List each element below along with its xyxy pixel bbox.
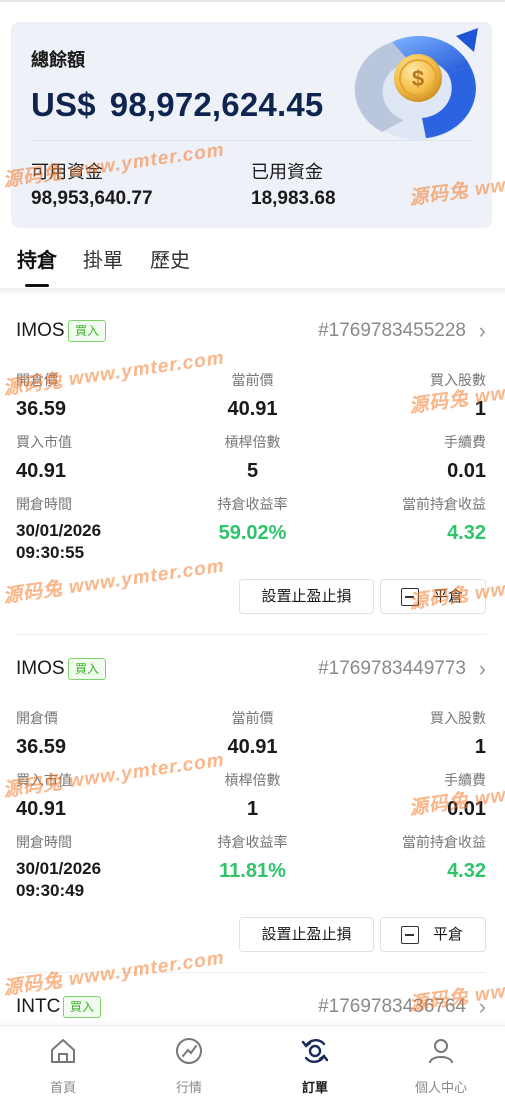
shares: 買入股數 1 [430,370,486,421]
total-balance-amount: US$ 98,972,624.45 [31,86,323,124]
leverage: 槓桿倍數 5 [0,432,505,483]
nav-market-label: 行情 [175,1080,202,1095]
chevron-right-icon[interactable]: › [479,318,486,344]
used-funds-label: 已用資金 [251,162,323,182]
currency-label: US$ [31,86,96,123]
fee: 手續費 0.01 [444,770,486,821]
balance-value: 98,972,624.45 [109,86,324,123]
open-clock-value: 09:30:49 [16,881,85,900]
svg-text:$: $ [412,66,424,91]
order-symbol: INTC [16,996,61,1017]
chevron-right-icon[interactable]: › [479,994,486,1020]
tab-positions[interactable]: 持倉 [17,244,57,273]
set-tp-sl-button[interactable]: 設置止盈止損 [239,579,374,614]
fee-value: 0.01 [447,798,486,820]
tabs-shadow [0,288,505,296]
current-profit: 當前持倉收益 4.32 [402,832,486,883]
shares: 買入股數 1 [430,708,486,759]
nav-profile-label: 個人中心 [414,1080,467,1095]
order-symbol: IMOS [16,320,65,341]
close-position-button[interactable]: 平倉 [380,917,486,952]
bottom-nav: 首頁 行情 訂單 個人中心 [0,1025,505,1107]
position-tabs: 持倉 掛單 歷史 [0,228,505,290]
order-divider [16,972,486,973]
close-position-button[interactable]: 平倉 [380,579,486,614]
leverage-value: 5 [246,460,259,482]
used-funds-value: 18,983.68 [251,188,336,209]
leverage-label: 槓桿倍數 [224,772,281,788]
top-divider [0,0,505,2]
fee: 手續費 0.01 [444,432,486,483]
order-symbol: IMOS [16,658,65,679]
current-profit: 當前持倉收益 4.32 [402,494,486,545]
available-funds-value: 98,953,640.77 [31,188,153,209]
user-icon [429,1039,453,1064]
close-position-label: 平倉 [433,926,464,943]
used-funds: 已用資金 18,983.68 [251,158,336,210]
order-header: INTC 買入 #1769783436764 › [16,994,486,1022]
buy-badge: 買入 [68,320,107,342]
order-header: IMOS 買入 #1769783449773 › [16,656,486,684]
balance-card: 總餘額 US$ 98,972,624.45 可用資金 98,953,640.77 … [11,22,492,228]
shares-value: 1 [474,398,486,420]
order-id: #1769783449773 [318,658,466,679]
open-clock-value: 09:30:55 [16,543,85,562]
orders-icon [301,1039,329,1063]
nav-orders[interactable]: 訂單 [252,1036,378,1096]
available-funds: 可用資金 98,953,640.77 [31,158,153,210]
order-id: #1769783436764 [318,996,466,1017]
nav-home[interactable]: 首頁 [0,1036,126,1096]
home-icon [51,1039,75,1063]
tab-history[interactable]: 歷史 [150,244,190,273]
buy-badge: 買入 [63,996,102,1018]
fee-label: 手續費 [444,434,486,450]
shares-value: 1 [474,736,486,758]
set-tp-sl-button[interactable]: 設置止盈止損 [239,917,374,952]
nav-market[interactable]: 行情 [126,1036,252,1096]
minus-square-icon [401,926,419,944]
nav-home-label: 首頁 [49,1080,76,1095]
shares-label: 買入股數 [430,710,486,726]
minus-square-icon [401,588,419,606]
total-balance-label: 總餘額 [31,50,85,70]
coin-illustration-icon: $ [354,28,478,140]
order-header: IMOS 買入 #1769783455228 › [16,318,486,346]
fee-label: 手續費 [444,772,486,788]
order-id: #1769783455228 [318,320,466,341]
shares-label: 買入股數 [430,372,486,388]
available-funds-label: 可用資金 [31,162,103,182]
leverage: 槓桿倍數 1 [0,770,505,821]
chevron-right-icon[interactable]: › [479,656,486,682]
order-divider [16,634,486,635]
current-profit-label: 當前持倉收益 [402,496,486,512]
close-position-label: 平倉 [433,588,464,605]
current-profit-value: 4.32 [447,860,486,882]
fee-value: 0.01 [447,460,486,482]
nav-profile[interactable]: 個人中心 [378,1036,504,1096]
tab-indicator [25,284,49,287]
leverage-value: 1 [246,798,259,820]
buy-badge: 買入 [68,658,107,680]
market-icon [176,1038,202,1064]
current-profit-value: 4.32 [447,522,486,544]
nav-orders-label: 訂單 [301,1080,328,1095]
leverage-label: 槓桿倍數 [224,434,281,450]
current-profit-label: 當前持倉收益 [402,834,486,850]
tab-pending-orders[interactable]: 掛單 [83,244,123,273]
